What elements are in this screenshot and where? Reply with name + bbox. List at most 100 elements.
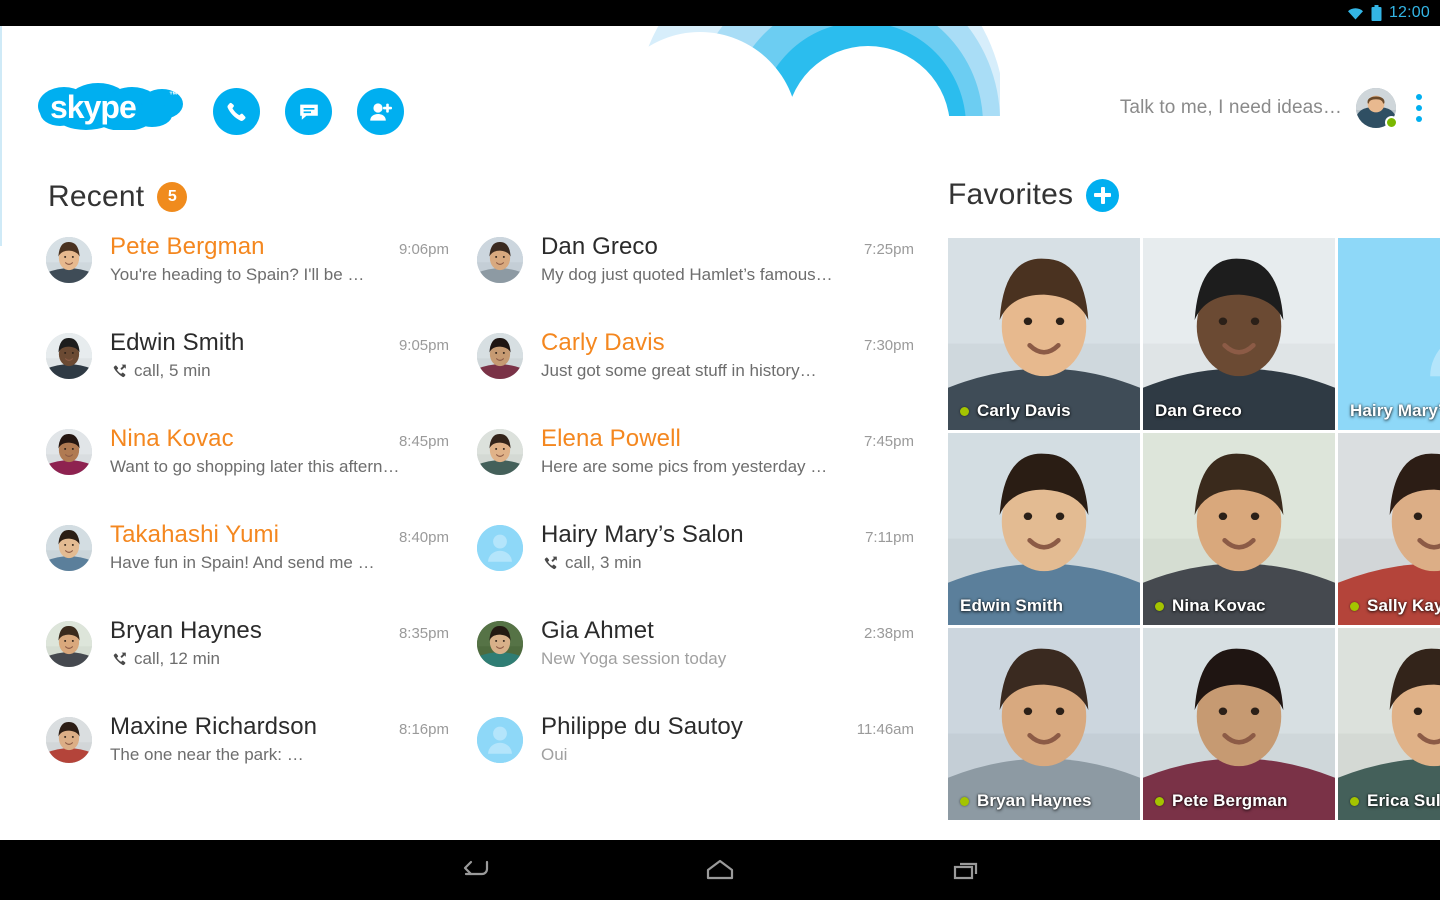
recent-list-item[interactable]: Nina Kovac 8:45pm Want to go shopping late… (46, 425, 449, 521)
contact-avatar (477, 717, 523, 763)
contact-avatar (477, 621, 523, 667)
presence-dot (1350, 796, 1359, 806)
contact-name: Carly Davis (541, 329, 665, 356)
favorite-tile[interactable]: Bryan Haynes (948, 628, 1140, 820)
svg-text:™: ™ (169, 90, 178, 100)
my-avatar[interactable] (1356, 88, 1398, 129)
presence-dot (1155, 796, 1164, 806)
call-icon (113, 652, 126, 665)
favorite-tile[interactable]: Sally Kay (1338, 433, 1440, 625)
recent-item-body: Gia Ahmet 2:38pm New Yoga session today (523, 617, 914, 669)
contact-name: Hairy Mary’s Salon (541, 521, 744, 548)
recent-list-item[interactable]: Pete Bergman 9:06pm You're heading to Spai… (46, 233, 449, 329)
contact-name: Gia Ahmet (541, 617, 654, 644)
recent-list-item[interactable]: Carly Davis 7:30pm Just got some great stu… (477, 329, 914, 425)
message-preview-text: Just got some great stuff in history… (541, 361, 817, 380)
recent-item-body: Dan Greco 7:25pm My dog just quoted Hamlet… (523, 233, 914, 285)
chat-button[interactable] (285, 88, 332, 135)
recent-list-item[interactable]: Takahashi Yumi 8:40pm Have fun in Spain! A… (46, 521, 449, 617)
favorites-title: Favorites (948, 178, 1074, 211)
add-favorite-button[interactable] (1086, 178, 1120, 212)
home-button[interactable] (690, 850, 750, 890)
mood-message[interactable]: Talk to me, I need ideas… (1120, 97, 1342, 119)
add-person-icon (369, 102, 392, 121)
timestamp: 7:30pm (863, 337, 914, 354)
favorite-tile[interactable]: Pete Bergman (1143, 628, 1335, 820)
recent-columns: Pete Bergman 9:06pm You're heading to Spai… (0, 233, 930, 809)
favorite-tile[interactable]: Nina Kovac (1143, 433, 1335, 625)
recents-button[interactable] (936, 850, 996, 890)
favorite-tile-label: Pete Bergman (1155, 791, 1329, 811)
favorite-tile[interactable]: Carly Davis (948, 238, 1140, 430)
recent-item-body: Edwin Smith 9:05pm call, 5 min (92, 329, 449, 381)
favorite-contact-name: Pete Bergman (1172, 791, 1288, 810)
favorite-tile[interactable]: Hairy Mary’ (1338, 238, 1440, 430)
timestamp: 8:40pm (398, 529, 449, 546)
message-preview-text: call, 5 min (134, 361, 211, 380)
recent-item-body: Bryan Haynes 8:35pm call, 12 min (92, 617, 449, 669)
contact-avatar (477, 525, 523, 571)
recent-list-item[interactable]: Hairy Mary’s Salon 7:11pm call, 3 min (477, 521, 914, 617)
recent-unread-badge: 5 (157, 182, 188, 212)
timestamp: 2:38pm (863, 625, 914, 642)
recent-list-item[interactable]: Philippe du Sautoy 11:46am Oui (477, 713, 914, 809)
skype-swoosh-graphic (640, 26, 1000, 116)
home-icon (706, 859, 734, 880)
presence-dot (1155, 601, 1164, 611)
contact-avatar (477, 333, 523, 379)
plus-icon-vertical (1100, 186, 1105, 204)
recent-item-top-row: Bryan Haynes 8:35pm (110, 617, 449, 645)
android-navigation-bar (0, 840, 1440, 900)
phone-icon (226, 102, 246, 121)
back-button[interactable] (444, 850, 504, 890)
favorite-tile[interactable]: Edwin Smith (948, 433, 1140, 625)
recent-list-item[interactable]: Bryan Haynes 8:35pm call, 12 min (46, 617, 449, 713)
favorite-tile-label: Sally Kay (1350, 596, 1440, 616)
recent-item-top-row: Dan Greco 7:25pm (541, 233, 914, 261)
presence-dot (960, 406, 969, 416)
favorite-tile-label: Hairy Mary’ (1350, 401, 1440, 421)
timestamp: 8:45pm (398, 433, 449, 450)
add-contact-button[interactable] (357, 88, 404, 135)
skype-logo: skype ™ (36, 82, 196, 131)
contact-name: Edwin Smith (110, 329, 245, 356)
presence-dot (1385, 116, 1398, 129)
call-button[interactable] (213, 88, 260, 135)
message-preview-text: call, 12 min (134, 649, 220, 668)
message-preview: Here are some pics from yesterday … (541, 457, 914, 477)
recent-item-top-row: Nina Kovac 8:45pm (110, 425, 449, 453)
contact-name: Takahashi Yumi (110, 521, 280, 548)
message-preview-text: Want to go shopping later this aftern… (110, 457, 400, 476)
favorite-tile-label: Edwin Smith (960, 596, 1134, 616)
favorite-contact-name: Carly Davis (977, 401, 1071, 420)
message-preview-text: Here are some pics from yesterday … (541, 457, 828, 476)
call-icon (544, 556, 557, 569)
message-preview: You're heading to Spain? I'll be … (110, 265, 449, 285)
recent-list-item[interactable]: Elena Powell 7:45pm Here are some pics fro… (477, 425, 914, 521)
recent-item-top-row: Maxine Richardson 8:16pm (110, 713, 449, 741)
message-preview: The one near the park: … (110, 745, 449, 765)
timestamp: 11:46am (856, 721, 914, 738)
recent-list-item[interactable]: Dan Greco 7:25pm My dog just quoted Hamlet… (477, 233, 914, 329)
recent-list-item[interactable]: Edwin Smith 9:05pm call, 5 min (46, 329, 449, 425)
recent-list-item[interactable]: Gia Ahmet 2:38pm New Yoga session today (477, 617, 914, 713)
recent-header: Recent 5 (48, 180, 188, 214)
favorite-tile[interactable]: Erica Sull (1338, 628, 1440, 820)
recent-column-left: Pete Bergman 9:06pm You're heading to Spai… (0, 233, 465, 809)
contact-avatar (46, 621, 92, 667)
timestamp: 7:25pm (863, 241, 914, 258)
message-preview: call, 5 min (110, 361, 449, 381)
recent-list-item[interactable]: Maxine Richardson 8:16pm The one near the … (46, 713, 449, 809)
call-icon (541, 556, 558, 571)
favorite-tile[interactable]: Dan Greco (1143, 238, 1335, 430)
favorite-contact-name: Sally Kay (1367, 596, 1440, 615)
presence-dot (960, 796, 969, 806)
favorite-tile-label: Dan Greco (1155, 401, 1329, 421)
back-arrow-icon (463, 860, 489, 876)
svg-text:skype: skype (50, 89, 136, 125)
kebab-menu-icon[interactable] (1416, 94, 1422, 122)
favorite-tile-label: Nina Kovac (1155, 596, 1329, 616)
message-icon (299, 104, 318, 120)
message-preview: Oui (541, 745, 914, 765)
contact-name: Maxine Richardson (110, 713, 318, 740)
